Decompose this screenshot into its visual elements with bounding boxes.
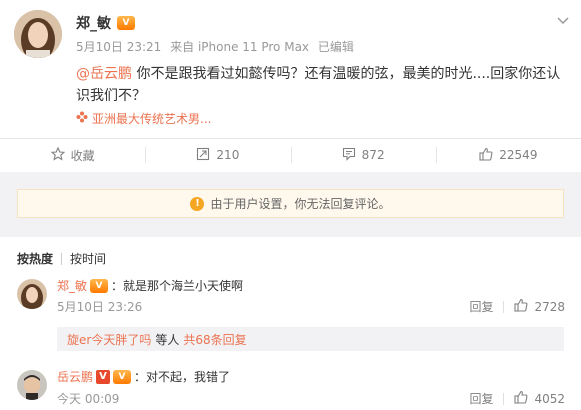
post-date[interactable]: 5月10日 23:21 xyxy=(76,40,161,54)
comment-time: 今天 00:09 xyxy=(57,392,120,406)
comment-line: 岳云鹏 V V ：对不起，我错了 xyxy=(57,368,230,385)
warning-icon: ! xyxy=(190,196,205,211)
vip-badge-icon: V xyxy=(113,369,132,384)
vip-badge-icon: V xyxy=(90,278,109,293)
topic-tag[interactable]: 亚洲最大传统艺术男... xyxy=(76,110,211,127)
comment-author[interactable]: 岳云鹏 xyxy=(57,368,93,385)
comment-ops: 回复 4052 xyxy=(469,390,565,407)
comment-like-count: 2728 xyxy=(534,299,565,314)
comment-time: 5月10日 23:26 xyxy=(57,300,143,314)
author-row: 郑_敏 V xyxy=(76,13,135,33)
repost-button[interactable]: 210 xyxy=(145,139,290,171)
comment-ops: 回复 2728 xyxy=(469,298,565,315)
reply-disabled-notice: ! 由于用户设置，你无法回复评论。 xyxy=(17,189,564,218)
author-name[interactable]: 郑_敏 xyxy=(76,13,111,33)
post-text: 你不是跟我看过如懿传吗？还有温暖的弦，最美的时光....回家你还认识我们不？ xyxy=(76,66,561,104)
sub-reply-middle: 等人 xyxy=(155,332,180,347)
comment-text: ：就是那个海兰小天使啊 xyxy=(111,279,244,293)
sort-by-time[interactable]: 按时间 xyxy=(70,250,106,267)
post-edited[interactable]: 已编辑 xyxy=(318,40,354,54)
topic-tag-label: 亚洲最大传统艺术男... xyxy=(92,112,212,126)
like-count: 22549 xyxy=(499,148,538,162)
thumb-up-icon[interactable] xyxy=(514,298,528,315)
comment-avatar[interactable] xyxy=(17,279,47,309)
divider xyxy=(503,300,505,313)
divider xyxy=(503,392,505,405)
divider xyxy=(61,252,63,265)
repost-icon xyxy=(196,147,210,164)
notice-text: 由于用户设置，你无法回复评论。 xyxy=(210,197,391,211)
thumb-up-icon[interactable] xyxy=(514,390,528,407)
sub-reply-summary[interactable]: 旋er今天胖了吗 等人 共68条回复 xyxy=(57,327,564,351)
comment-text: ：对不起，我错了 xyxy=(134,370,231,384)
weibo-post: 郑_敏 V 5月10日 23:21 来自 iPhone 11 Pro Max 已… xyxy=(0,0,581,138)
comment-count: 872 xyxy=(361,148,385,162)
comment-button[interactable]: 872 xyxy=(290,139,436,171)
comment-sort-bar: 按热度 按时间 xyxy=(17,250,106,267)
like-button[interactable]: 22549 xyxy=(435,139,581,171)
vip-badge-icon: V xyxy=(117,16,135,30)
reply-button[interactable]: 回复 xyxy=(469,298,493,315)
mention-link[interactable]: @岳云鹏 xyxy=(76,66,132,82)
author-avatar[interactable] xyxy=(14,10,62,58)
flower-icon xyxy=(76,111,88,126)
chevron-down-icon[interactable] xyxy=(557,14,569,28)
comment-avatar[interactable] xyxy=(17,370,47,400)
action-bar: 收藏 210 872 22549 xyxy=(0,139,581,171)
comment-line: 郑_敏 V ：就是那个海兰小天使啊 xyxy=(57,277,243,294)
post-meta: 5月10日 23:21 来自 iPhone 11 Pro Max 已编辑 xyxy=(76,38,359,55)
comment-author[interactable]: 郑_敏 xyxy=(57,277,87,294)
star-icon xyxy=(50,146,65,164)
repost-count: 210 xyxy=(216,148,240,162)
sub-reply-user[interactable]: 旋er今天胖了吗 xyxy=(67,331,151,348)
sub-reply-count-link[interactable]: 共68条回复 xyxy=(183,331,246,348)
favorite-button[interactable]: 收藏 xyxy=(0,139,145,171)
thumb-up-icon xyxy=(479,147,493,164)
verified-badge-icon: V xyxy=(96,369,111,384)
sort-by-hot[interactable]: 按热度 xyxy=(17,250,53,267)
reply-button[interactable]: 回复 xyxy=(469,390,493,407)
post-content: @岳云鹏 你不是跟我看过如懿传吗？还有温暖的弦，最美的时光....回家你还认识我… xyxy=(76,63,564,107)
post-source: 来自 iPhone 11 Pro Max xyxy=(170,40,310,54)
comment-icon xyxy=(342,147,356,164)
comment-like-count: 4052 xyxy=(534,391,565,406)
favorite-label: 收藏 xyxy=(70,148,95,163)
